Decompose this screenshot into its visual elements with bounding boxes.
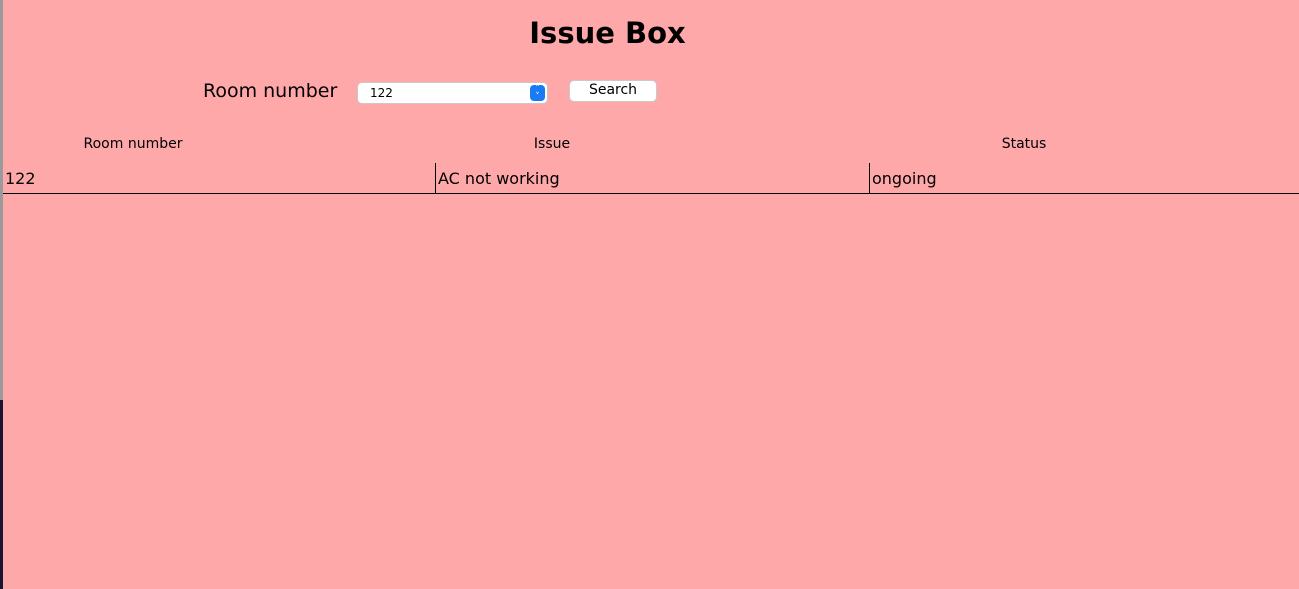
cell-issue: AC not working xyxy=(435,163,869,193)
column-header-status: Status xyxy=(1001,136,1047,152)
page-title: Issue Box xyxy=(529,16,686,50)
row-divider xyxy=(3,193,1299,194)
cell-status: ongoing xyxy=(869,163,1299,193)
chevron-up-down-icon: ˄ ˅ xyxy=(530,85,545,102)
selected-room-value: 122 xyxy=(370,86,393,100)
room-number-label: Room number xyxy=(203,80,338,102)
room-number-select[interactable]: 122 ˄ ˅ xyxy=(358,83,547,103)
column-header-issue: Issue xyxy=(533,136,571,152)
column-header-room-number: Room number xyxy=(83,136,183,152)
cell-room: 122 xyxy=(5,169,36,188)
search-button[interactable]: Search xyxy=(570,81,656,101)
window-edge xyxy=(0,0,3,589)
